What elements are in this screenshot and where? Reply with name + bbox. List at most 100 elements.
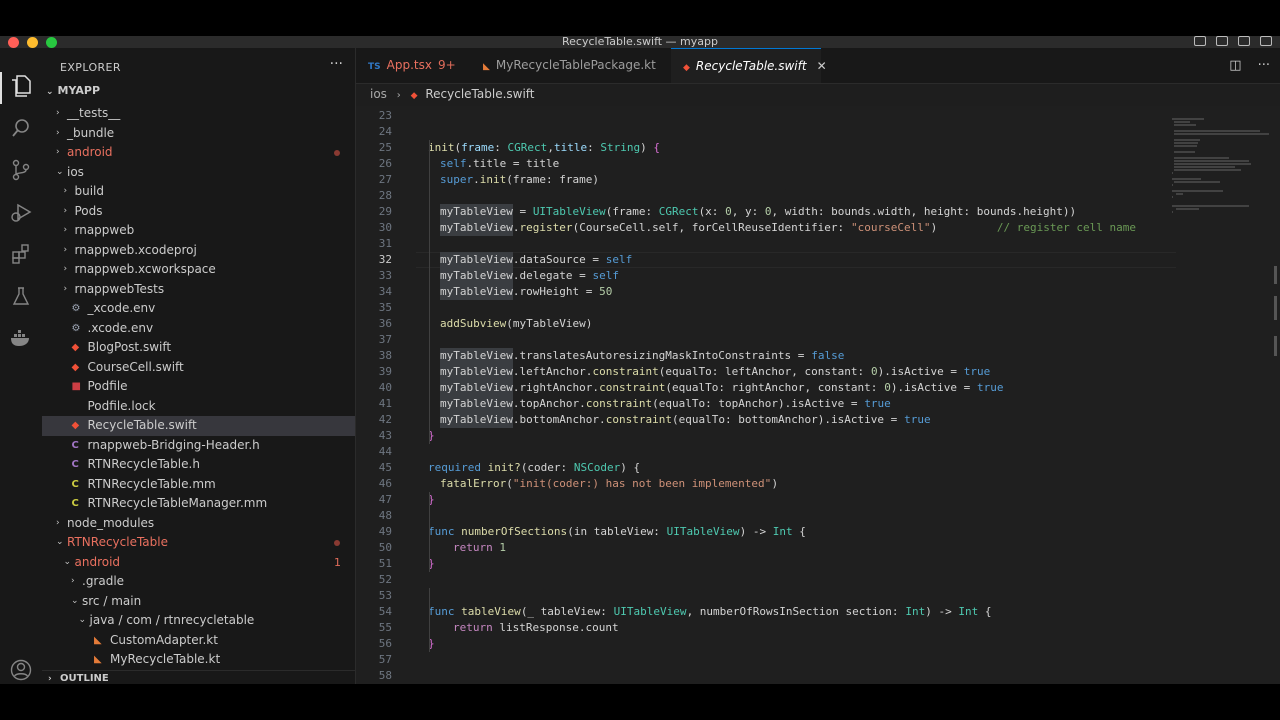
toggle-secondary-sidebar-icon[interactable] [1238,36,1250,46]
customize-layout-icon[interactable] [1260,36,1272,46]
code-token: self [592,269,619,282]
chevron-right-icon: › [63,186,68,196]
tab-label: MyRecycleTablePackage.kt [495,58,656,72]
more-actions-icon[interactable]: ··· [1258,48,1270,83]
testing-icon[interactable] [9,284,33,308]
swift-file-icon: ◆ [71,342,80,353]
code-token: (CourseCell.self, forCellReuseIdentifier… [572,221,851,234]
file-tree-item[interactable]: Crnappweb-Bridging-Header.h [42,436,355,456]
file-tree-item[interactable]: ◣ MyRecycleTable.kt [42,650,355,670]
file-tree-item[interactable]: › Pods [42,202,355,222]
file-tree-item[interactable]: ⚙ _xcode.env [42,299,355,319]
code-token: ) -> [739,525,773,538]
file-tree-item[interactable]: C RTNRecycleTable.mm [42,475,355,495]
breadcrumb-file[interactable]: RecycleTable.swift [425,87,534,101]
indent-guide [429,588,430,652]
chevron-right-icon: › [63,264,68,274]
chevron-right-icon: › [63,244,68,255]
file-tree-item[interactable]: › rnappweb.xcodeproj [42,241,355,261]
workspace-root[interactable]: ⌄ MYAPP [46,84,100,97]
code-token: myTableView [440,220,513,236]
split-editor-icon[interactable]: ◫ [1229,48,1241,83]
file-tree-item[interactable]: ◣ CustomAdapter.kt [42,631,355,651]
file-tree-item[interactable]: ⚙ .xcode.env [42,319,355,339]
minimap-line [1172,118,1204,120]
code-token: .rightAnchor. [512,381,600,394]
file-tree-item-label: RTNRecycleTable [67,535,168,549]
code-content[interactable]: init(frame: CGRect, title: String) {self.… [416,108,1166,684]
code-token: .topAnchor. [512,397,586,410]
file-tree-item[interactable]: › __tests__ [42,104,355,124]
extensions-icon[interactable] [9,242,33,266]
code-token: myTableView [440,412,513,428]
kotlin-file-icon: ◣ [94,654,102,665]
account-icon[interactable] [9,658,33,682]
minimap-line [1174,151,1195,153]
code-token: ) { [620,461,641,474]
breadcrumb-folder[interactable]: ios [370,87,387,101]
file-tree-item[interactable]: C RTNRecycleTable.h [42,455,355,475]
toggle-panel-icon[interactable] [1216,36,1228,46]
line-number: 46 [378,477,392,490]
file-tree-item[interactable]: › rnappwebTests [42,280,355,300]
file-tree-item[interactable]: ⌄ ios [42,163,355,183]
code-token: (in tableView: [567,525,667,538]
file-tree-item[interactable]: ⌄ src / main [42,592,355,612]
file-tree-item-label: ios [67,164,84,179]
toggle-sidebar-icon[interactable] [1194,36,1206,46]
file-tree-item[interactable]: › _bundle [42,124,355,144]
code-token: init [428,141,455,154]
docker-icon[interactable] [9,326,33,350]
file-tree-item[interactable]: C RTNRecycleTableManager.mm [42,494,355,514]
file-tree-item-label: node_modules [67,515,155,530]
minimap[interactable] [1170,106,1270,226]
typescript-file-icon: TS [368,62,381,72]
tab-recycletable-swift[interactable]: ◆ RecycleTable.swift ✕ [671,48,827,83]
code-editor[interactable]: 23 24 25 26 27 28 29 30 31 32 33 34 35 36 37 38 39 40 41 42… [356,106,1280,684]
file-tree-item[interactable]: ⌄ android 1 [42,553,355,573]
file-tree-item-label: Pods [74,203,103,218]
vertical-scrollbar[interactable] [1272,226,1280,466]
file-tree-item-label: _bundle [67,125,115,140]
file-tree-item[interactable]: › build [42,182,355,202]
file-tree-item[interactable]: ⌄ RTNRecycleTable [42,533,355,553]
minimap-line [1174,181,1220,183]
search-icon[interactable] [9,116,33,140]
more-actions-button[interactable]: ··· [330,56,343,72]
minimap-line [1172,211,1173,213]
close-tab-icon[interactable]: ✕ [817,59,827,73]
files-icon[interactable] [9,74,33,98]
swift-file-icon: ◆ [683,63,690,73]
tab-app-tsx[interactable]: TS App.tsx 9+ [356,48,471,83]
tab-myrecycletablepackage-kt[interactable]: ◣ MyRecycleTablePackage.kt [471,48,671,83]
file-tree-item[interactable]: ⌄ java / com / rtnrecycletable [42,611,355,631]
file-tree-item[interactable]: › rnappweb.xcworkspace [42,260,355,280]
file-tree-item[interactable]: ■ Podfile [42,377,355,397]
code-token: { [653,141,661,154]
file-tree-item[interactable]: › .gradle [42,572,355,592]
file-tree-item[interactable]: ◆ CourseCell.swift [42,358,355,378]
title-bar: RecycleTable.swift — myapp [0,36,1280,48]
code-line: required init? (coder: NSCoder) { [416,460,1166,476]
swift-file-icon: ◆ [71,361,80,373]
file-tree-item[interactable]: › node_modules [42,514,355,534]
source-control-icon[interactable] [9,158,33,182]
code-token: 0 [870,365,878,378]
file-tree-item[interactable]: ◆ BlogPost.swift [42,338,355,358]
file-tree-item[interactable]: › android [42,143,355,163]
code-token: .title = title [466,157,560,170]
code-line: myTableView .leftAnchor. constraint (equalT… [416,364,1166,380]
file-tree-item[interactable]: Podfile.lock [42,397,355,417]
code-token: ( [454,141,462,154]
run-debug-icon[interactable] [9,200,33,224]
outline-section[interactable]: › OUTLINE [42,670,355,684]
file-tree-item[interactable]: › rnappweb [42,221,355,241]
code-line: super. init (frame: frame) [416,172,1166,188]
code-token: myTableView [440,364,513,380]
chevron-right-icon: › [396,90,401,101]
file-tree-item[interactable]: ◆ RecycleTable.swift [42,416,355,436]
code-line: func numberOfSections (in tableView: UITa… [416,524,1166,540]
code-token: myTableView [440,252,513,268]
code-token: (myTableView) [506,317,593,330]
